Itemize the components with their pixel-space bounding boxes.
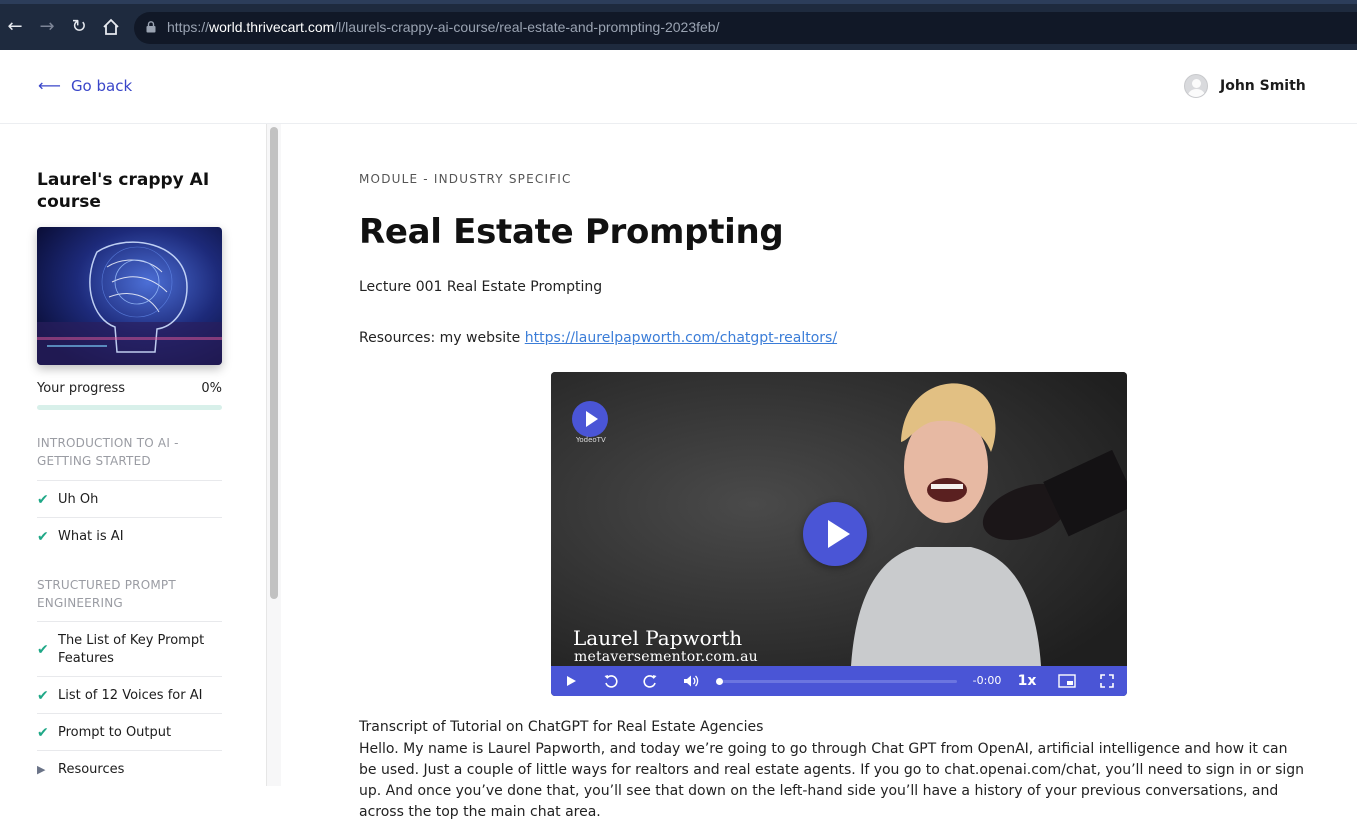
home-icon[interactable] (100, 16, 122, 38)
reload-icon[interactable]: ↻ (68, 16, 90, 38)
brand-logo-icon (572, 401, 608, 437)
course-header: ⟵ Go back John Smith (0, 50, 1357, 124)
brand-name: YodeoTV (576, 436, 606, 444)
sidebar-item-resources[interactable]: ▶ Resources (37, 750, 222, 786)
course-thumbnail (37, 227, 222, 365)
forward-arrow-icon[interactable]: → (36, 16, 58, 38)
lesson-content: MODULE - INDUSTRY SPECIFIC Real Estate P… (281, 124, 1357, 820)
address-bar[interactable]: https://world.thrivecart.com/l/laurels-c… (134, 12, 1357, 44)
sidebar-item-prompt-to-output[interactable]: ✔ Prompt to Output (37, 713, 222, 750)
page-title: Real Estate Prompting (359, 212, 784, 252)
browser-toolbar: ← → ↻ https://world.thrivecart.com/l/lau… (0, 0, 1357, 50)
progress-label: Your progress (37, 381, 126, 396)
transcript-heading: Transcript of Tutorial on ChatGPT for Re… (359, 719, 764, 735)
check-icon: ✔ (37, 725, 49, 741)
avatar (1184, 74, 1208, 98)
lesson-title: Resources (58, 762, 125, 777)
time-display: -0:00 (972, 674, 1002, 687)
big-play-button[interactable] (803, 502, 867, 566)
playback-speed-button[interactable]: 1x (1015, 666, 1039, 696)
picture-in-picture-icon[interactable] (1056, 666, 1078, 696)
lecture-subtitle: Lecture 001 Real Estate Prompting (359, 279, 603, 295)
check-icon: ✔ (37, 492, 49, 508)
video-controls: -0:00 1x (551, 666, 1127, 696)
scrollbar-thumb[interactable] (270, 127, 278, 599)
arrow-left-icon: ⟵ (38, 76, 61, 95)
lock-icon (146, 21, 156, 33)
lesson-title: The List of Key Prompt Features (58, 633, 205, 666)
lesson-title: List of 12 Voices for AI (58, 688, 203, 703)
presenter-name: Laurel Papworth (573, 626, 743, 650)
progress-bar (37, 405, 222, 410)
seek-bar[interactable] (716, 678, 957, 685)
resources-line: Resources: my website https://laurelpapw… (359, 330, 837, 346)
section-heading: INTRODUCTION TO AI - GETTING STARTED (37, 436, 179, 468)
user-menu[interactable]: John Smith (1184, 74, 1306, 98)
fullscreen-icon[interactable] (1096, 666, 1118, 696)
lesson-title: Uh Oh (58, 492, 99, 507)
triangle-right-icon: ▶ (37, 763, 46, 776)
lesson-title: Prompt to Output (58, 725, 172, 740)
sidebar-item-key-prompt-features[interactable]: ✔ The List of Key Prompt Features (37, 621, 222, 676)
progress-value: 0% (201, 381, 222, 396)
sidebar-scrollbar[interactable] (266, 124, 281, 786)
rewind-icon[interactable] (601, 666, 621, 696)
back-arrow-icon[interactable]: ← (4, 16, 26, 38)
course-sidebar: Laurel's crappy AI course Your progress … (0, 124, 281, 786)
module-label: MODULE - INDUSTRY SPECIFIC (359, 172, 572, 186)
transcript-text: Hello. My name is Laurel Papworth, and t… (359, 741, 1305, 820)
sidebar-item-12-voices[interactable]: ✔ List of 12 Voices for AI (37, 676, 222, 713)
resources-link[interactable]: https://laurelpapworth.com/chatgpt-realt… (525, 330, 837, 346)
video-player[interactable]: YodeoTV Laurel Papworth metaversementor.… (551, 372, 1127, 696)
sidebar-item-what-is-ai[interactable]: ✔ What is AI (37, 517, 222, 554)
url-text: https://world.thrivecart.com/l/laurels-c… (167, 19, 720, 35)
seek-handle[interactable] (716, 678, 723, 685)
resources-prefix: Resources: my website (359, 330, 525, 346)
play-icon[interactable] (561, 666, 581, 696)
check-icon: ✔ (37, 688, 49, 704)
course-title: Laurel's crappy AI course (37, 170, 210, 212)
presenter-site: metaversementor.com.au (574, 649, 758, 665)
check-icon: ✔ (37, 642, 49, 658)
section-heading: STRUCTURED PROMPT ENGINEERING (37, 578, 176, 610)
sidebar-item-uh-oh[interactable]: ✔ Uh Oh (37, 480, 222, 517)
volume-icon[interactable] (681, 666, 701, 696)
go-back-link[interactable]: ⟵ Go back (38, 76, 132, 95)
go-back-label: Go back (70, 76, 133, 95)
lesson-title: What is AI (58, 529, 124, 544)
user-name: John Smith (1220, 78, 1306, 94)
fast-forward-icon[interactable] (640, 666, 660, 696)
check-icon: ✔ (37, 529, 49, 545)
